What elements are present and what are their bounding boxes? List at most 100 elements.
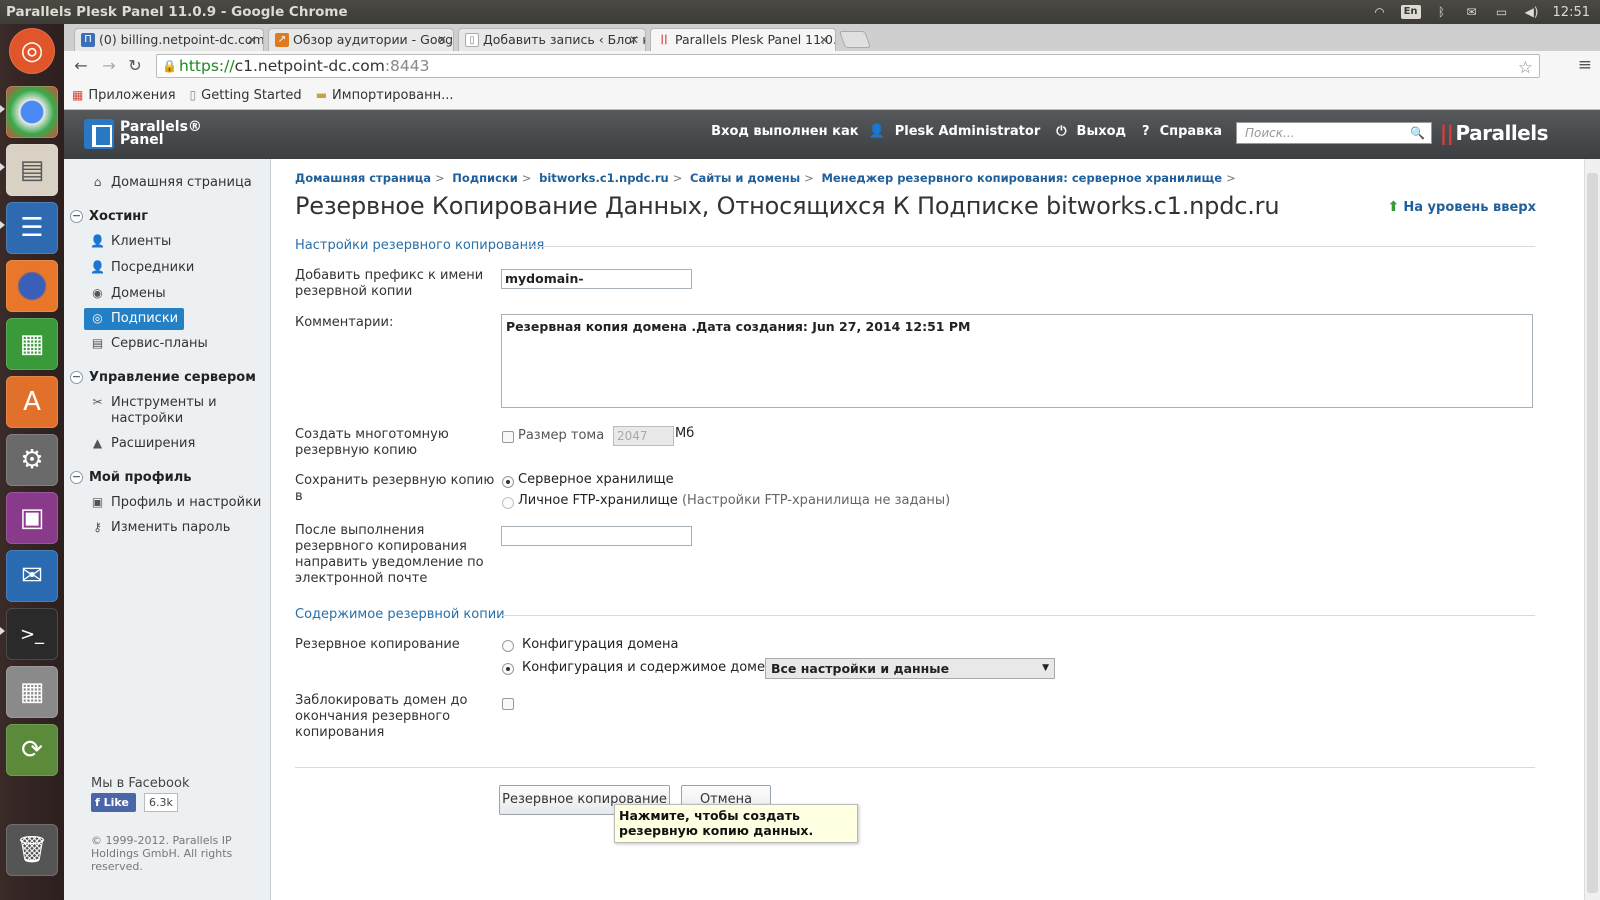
reload-icon[interactable]: ↻ — [124, 55, 146, 77]
sidebar-item-domains[interactable]: ◉ Домены — [90, 286, 268, 302]
clock[interactable]: 12:51 — [1553, 5, 1590, 20]
bookmark-apps[interactable]: ▦ Приложения — [72, 88, 176, 103]
trash-icon[interactable]: 🗑 — [6, 824, 58, 876]
lock-domain-label: Заблокировать домен до окончания резервн… — [295, 693, 468, 740]
battery-icon[interactable]: ▭ — [1493, 5, 1511, 19]
sidebar-item-change-password[interactable]: ⚷ Изменить пароль — [90, 520, 268, 536]
search-input[interactable]: Поиск... 🔍 — [1236, 122, 1432, 144]
page-scrollbar[interactable] — [1584, 159, 1600, 900]
breadcrumb-link[interactable]: bitworks.c1.npdc.ru — [539, 171, 669, 185]
forward-icon[interactable]: → — [98, 55, 120, 77]
sidebar-group-hosting[interactable]: − Хостинг — [70, 209, 148, 224]
thunderbird-icon[interactable]: ✉ — [6, 550, 58, 602]
sidebar-item-clients[interactable]: 👤 Клиенты — [90, 234, 268, 250]
tab-blog[interactable]: ▯ Добавить запись ‹ Блог к ✕ — [458, 28, 646, 51]
store-ftp-radio[interactable] — [502, 497, 514, 509]
sidebar-item-label: Сервис-планы — [111, 336, 208, 351]
plesk-logo[interactable]: Parallels® Panel — [84, 119, 202, 149]
main-content: Домашняя страница > Подписки > bitworks.c1… — [271, 159, 1584, 900]
writer-icon[interactable]: ☰ — [6, 202, 58, 254]
tab-analytics[interactable]: ↗ Обзор аудитории - Google ✕ — [268, 28, 454, 51]
system-tray: ◠ En ᛒ ✉ ▭ ◀) 12:51 — [1371, 0, 1590, 24]
breadcrumb-link[interactable]: Домашняя страница — [295, 171, 431, 185]
notify-email-input[interactable] — [501, 526, 692, 546]
volume-size-input[interactable]: 2047 — [613, 426, 674, 446]
backup-full-radio[interactable] — [502, 663, 514, 675]
running-indicator — [0, 221, 5, 229]
reseller-icon: 👤 — [90, 260, 105, 274]
facebook-like-button[interactable]: f Like — [91, 793, 136, 812]
ubuntu-icon[interactable]: ◎ — [9, 28, 55, 74]
user-name-link[interactable]: Plesk Administrator — [895, 124, 1040, 139]
files-icon[interactable]: ▤ — [6, 144, 58, 196]
bookmark-getting-started[interactable]: ▯ Getting Started — [190, 88, 302, 103]
bookmark-label: Импортированн... — [332, 87, 454, 103]
mail-icon[interactable]: ✉ — [1463, 5, 1481, 19]
sidebar-item-resellers[interactable]: 👤 Посредники — [90, 260, 268, 276]
new-tab-button[interactable] — [838, 31, 872, 48]
volume-icon[interactable]: ◀) — [1523, 5, 1541, 19]
comments-label: Комментарии: — [295, 315, 394, 330]
backup-config-label[interactable]: Конфигурация домена — [522, 637, 678, 652]
backup-config-radio[interactable] — [502, 640, 514, 652]
bookmark-star-icon[interactable]: ☆ — [1518, 57, 1533, 79]
back-icon[interactable]: ← — [70, 55, 92, 77]
store-server-radio[interactable] — [502, 476, 514, 488]
tab-close-icon[interactable]: ✕ — [247, 29, 257, 51]
search-icon[interactable]: 🔍 — [1410, 123, 1425, 143]
settings-icon[interactable]: ⚙ — [6, 434, 58, 486]
breadcrumb-link[interactable]: Подписки — [452, 171, 518, 185]
collapse-icon[interactable]: − — [70, 210, 83, 223]
sidebar-item-subscriptions[interactable]: ◎ Подписки — [84, 308, 185, 330]
terminal-icon[interactable]: >_ — [6, 608, 58, 660]
breadcrumb-link[interactable]: Менеджер резервного копирования: серверн… — [821, 171, 1222, 185]
keyboard-layout[interactable]: En — [1400, 5, 1421, 19]
tab-close-icon[interactable]: ✕ — [437, 29, 447, 51]
prefix-input[interactable]: mydomain- — [501, 269, 692, 289]
chrome-menu-icon[interactable]: ≡ — [1578, 55, 1592, 75]
calculator-icon[interactable]: ▦ — [6, 666, 58, 718]
content-section-title: Содержимое резервной копии — [295, 607, 505, 622]
tab-plesk[interactable]: || Parallels Plesk Panel 11.0. ✕ — [650, 28, 836, 51]
sidebar-group-profile[interactable]: − Мой профиль — [70, 470, 191, 485]
tab-close-icon[interactable]: ✕ — [819, 29, 829, 51]
folder-icon: ▬ — [315, 88, 328, 102]
wifi-icon[interactable]: ◠ — [1371, 5, 1389, 19]
tab-close-icon[interactable]: ✕ — [629, 29, 639, 51]
sidebar-item-tools[interactable]: ✂ Инструменты и настройки — [90, 395, 268, 427]
bookmarks-bar: ▦ Приложения ▯ Getting Started ▬ Импортиров… — [64, 81, 1600, 110]
lock-domain-checkbox[interactable] — [502, 698, 514, 710]
software-center-icon[interactable]: A — [6, 376, 58, 428]
sidebar-item-extensions[interactable]: ▲ Расширения — [90, 436, 268, 452]
help-link[interactable]: Справка — [1160, 124, 1222, 139]
store-ftp-label[interactable]: Личное FTP-хранилище (Настройки FTP-хран… — [518, 493, 950, 508]
backup-scope-select[interactable]: Все настройки и данные ▼ — [765, 658, 1055, 679]
store-server-label[interactable]: Серверное хранилище — [518, 472, 674, 487]
sidebar-item-profile-settings[interactable]: ▣ Профиль и настройки — [90, 495, 268, 511]
collapse-icon[interactable]: − — [70, 471, 83, 484]
logout-link[interactable]: Выход — [1077, 124, 1126, 139]
scrollbar-thumb[interactable] — [1587, 173, 1598, 893]
bluetooth-icon[interactable]: ᛒ — [1433, 5, 1451, 19]
tab-billing[interactable]: П (0) billing.netpoint-dc.com ✕ — [74, 28, 264, 51]
up-level-link[interactable]: ⬆ На уровень вверх — [1388, 199, 1536, 215]
sidebar-item-home[interactable]: ⌂ Домашняя страница — [90, 175, 268, 191]
update-icon[interactable]: ⟳ — [6, 724, 58, 776]
address-bar[interactable]: 🔒 https://c1.netpoint-dc.com:8443 ☆ — [156, 54, 1540, 78]
comments-textarea[interactable]: Резервная копия домена .Дата создания: J… — [501, 314, 1533, 408]
bookmark-label: Приложения — [88, 87, 176, 103]
sidebar-item-service-plans[interactable]: ▤ Сервис-планы — [90, 336, 268, 352]
bookmark-imported[interactable]: ▬ Импортированн... — [316, 88, 454, 103]
collapse-icon[interactable]: − — [70, 371, 83, 384]
chrome-icon[interactable] — [6, 86, 58, 138]
prefix-label: Добавить префикс к имени резервной копии — [295, 268, 484, 299]
breadcrumb-link[interactable]: Сайты и домены — [690, 171, 800, 185]
sidebar-item-label: Расширения — [111, 436, 196, 451]
sidebar-group-server[interactable]: − Управление сервером — [70, 370, 256, 385]
firefox-icon[interactable] — [6, 260, 58, 312]
multivolume-checkbox[interactable] — [502, 431, 514, 443]
calc-icon[interactable]: ▦ — [6, 318, 58, 370]
backup-full-label[interactable]: Конфигурация и содержимое домена — [522, 660, 781, 675]
like-label: Like — [103, 796, 129, 809]
remote-desktop-icon[interactable]: ▣ — [6, 492, 58, 544]
